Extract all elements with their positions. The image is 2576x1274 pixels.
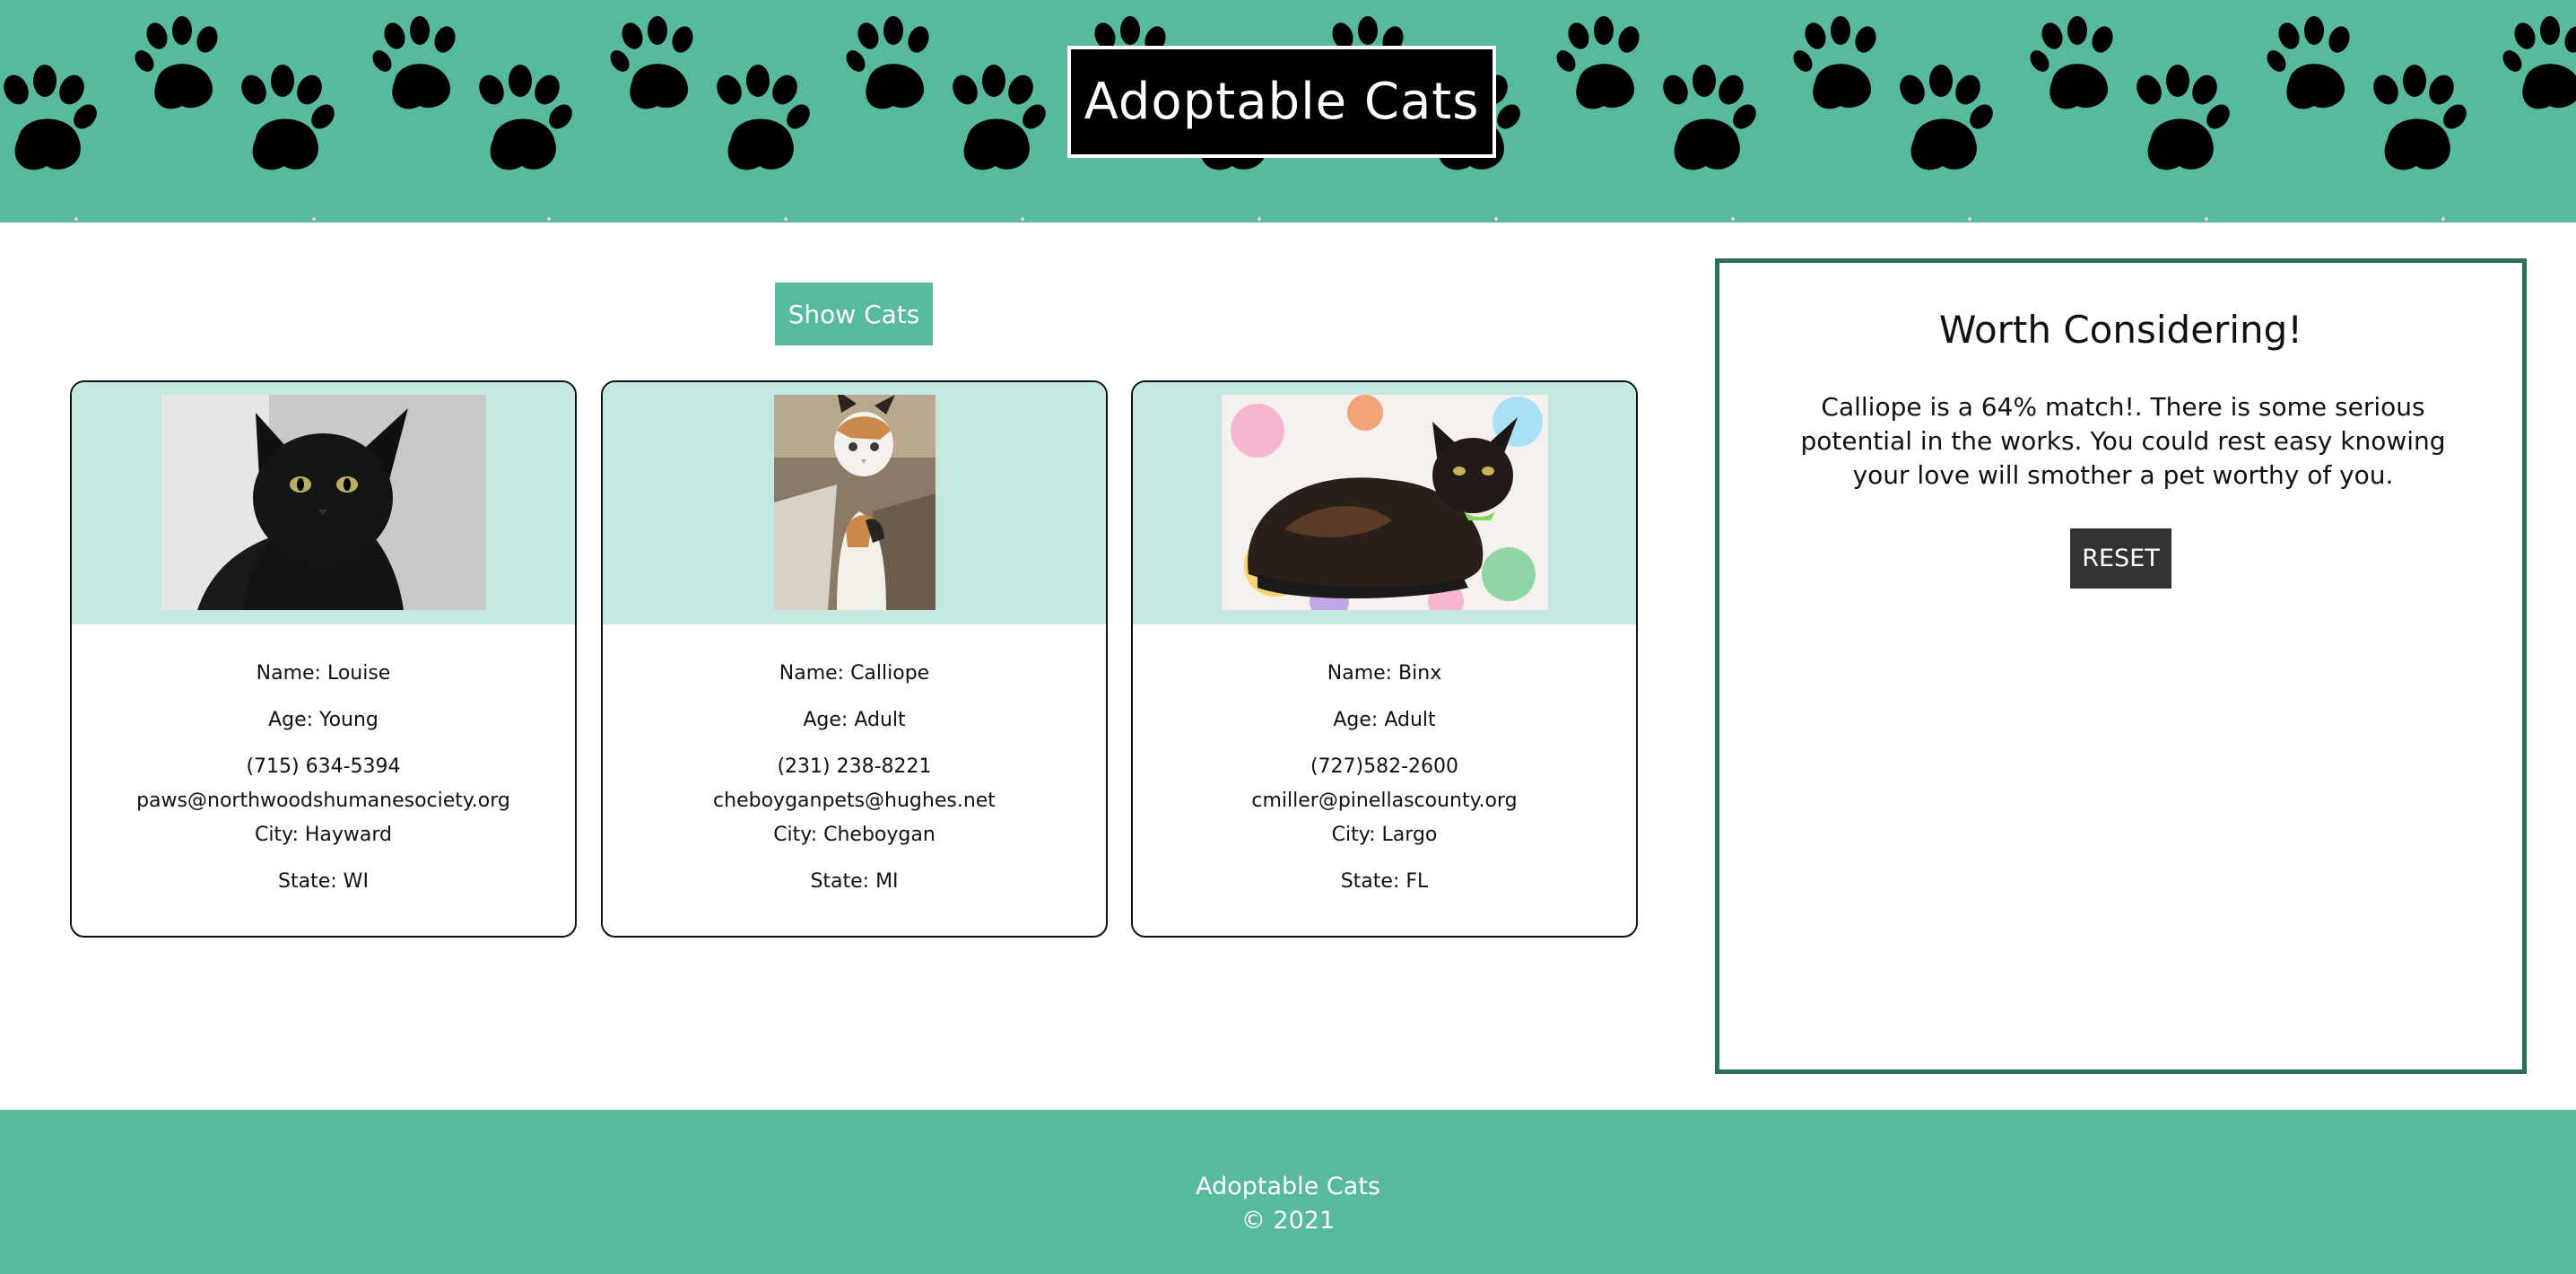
cat-phone: (727)582-2600	[1310, 755, 1459, 778]
footer-copyright: © 2021	[1240, 1207, 1336, 1235]
cat-city: City: Largo	[1331, 824, 1438, 846]
footer-site-name: Adoptable Cats	[1196, 1173, 1380, 1200]
cat-card: Name: Calliope Age: Adult (231) 238-8221…	[601, 380, 1108, 938]
cat-phone: (231) 238-8221	[777, 755, 932, 778]
cat-name: Name: Louise	[256, 662, 391, 685]
cat-email: cmiller@pinellascounty.org	[1251, 790, 1518, 812]
cat-age: Age: Adult	[1333, 709, 1436, 731]
card-photo-area	[603, 382, 1106, 624]
card-photo-area	[72, 382, 575, 624]
cat-city: City: Hayward	[254, 824, 393, 846]
show-cats-button[interactable]: Show Cats	[775, 283, 933, 345]
cat-phone: (715) 634-5394	[246, 755, 401, 778]
cat-city: City: Cheboygan	[773, 824, 936, 846]
cat-name: Name: Calliope	[779, 662, 930, 685]
cat-state: State: FL	[1340, 870, 1429, 893]
match-message: Calliope is a 64% match!. There is some …	[1800, 392, 2446, 490]
cat-email: paws@northwoodshumanesociety.org	[136, 790, 510, 812]
cat-age: Age: Adult	[803, 709, 906, 731]
card-photo-area	[1133, 382, 1636, 624]
cat-state: State: MI	[810, 870, 899, 893]
page-footer: Adoptable Cats © 2021	[0, 1110, 2576, 1274]
site-title-box: Adoptable Cats	[1067, 46, 1496, 158]
cat-card: Name: Binx Age: Adult (727)582-2600 cmil…	[1131, 380, 1638, 938]
calico-cat-photo	[773, 395, 936, 610]
match-result-panel: Worth Considering! Calliope is a 64% mat…	[1715, 258, 2527, 1074]
tortoiseshell-cat-photo	[1221, 395, 1548, 610]
cat-card-list: Name: Louise Age: Young (715) 634-5394 p…	[70, 380, 1638, 938]
cat-age: Age: Young	[268, 709, 379, 731]
reset-button[interactable]: RESET	[2070, 528, 2171, 589]
black-cat-photo	[161, 395, 486, 610]
panel-title: Worth Considering!	[1938, 308, 2303, 352]
cat-state: State: WI	[278, 870, 369, 893]
cat-email: cheboyganpets@hughes.net	[713, 790, 996, 812]
cat-name: Name: Binx	[1327, 662, 1442, 685]
cat-card: Name: Louise Age: Young (715) 634-5394 p…	[70, 380, 577, 938]
page-header: Adoptable Cats	[0, 0, 2576, 223]
site-title: Adoptable Cats	[1083, 73, 1480, 131]
